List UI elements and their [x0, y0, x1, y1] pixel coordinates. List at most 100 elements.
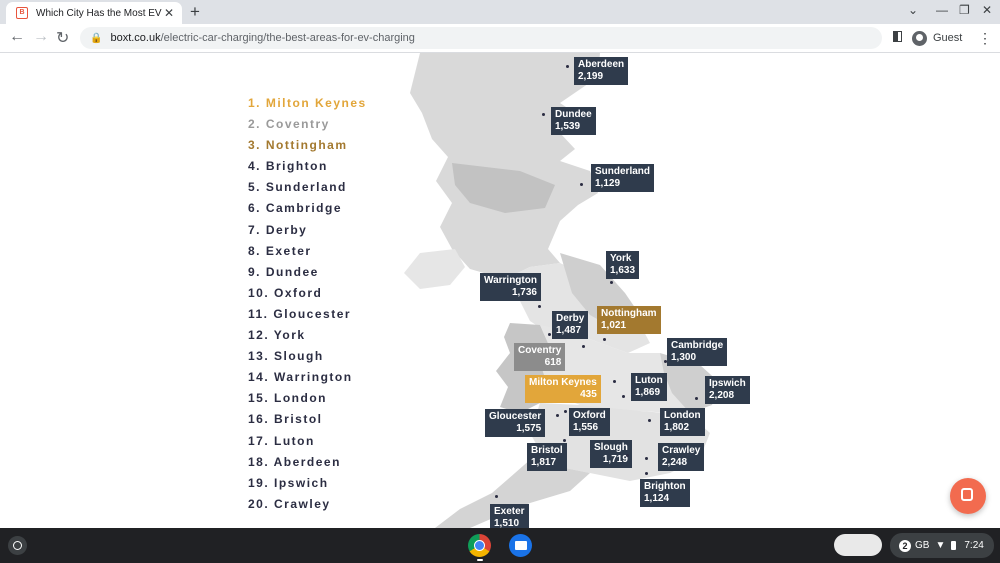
- url-path: /electric-car-charging/the-best-areas-fo…: [160, 32, 415, 44]
- ranking-item: 13. Slough: [248, 349, 324, 364]
- map-label-city: Slough: [594, 442, 628, 453]
- ranking-item: 2. Coventry: [248, 117, 330, 132]
- map-label-york: York 1,633: [606, 251, 640, 279]
- map-label-value: 1,487: [556, 325, 582, 336]
- os-shelf: 2 GB ▼ 7:24: [0, 528, 1000, 563]
- city-marker-dot: [563, 439, 566, 442]
- map-label-value: 1,556: [573, 422, 599, 433]
- map-label-value: 1,539: [555, 121, 581, 132]
- city-marker-dot: [564, 410, 567, 413]
- city-marker-dot: [582, 345, 585, 348]
- map-label-value: 618: [544, 357, 562, 368]
- ranking-item: 18. Aberdeen: [248, 454, 341, 469]
- map-label-warrington: Warrington 1,736: [480, 273, 541, 301]
- map-label-city: Ipswich: [709, 378, 746, 389]
- map-label-brighton: Brighton 1,124: [640, 479, 690, 507]
- map-label-city: Gloucester: [489, 411, 542, 422]
- map-label-crawley: Crawley 2,248: [658, 443, 705, 471]
- map-label-city: London: [664, 410, 701, 421]
- map-label-aberdeen: Aberdeen 2,199: [574, 57, 629, 85]
- minimize-icon[interactable]: —: [936, 3, 948, 17]
- city-marker-dot: [495, 495, 498, 498]
- url-host: boxt.co.uk: [110, 32, 161, 44]
- launcher-button[interactable]: [8, 536, 27, 555]
- city-marker-dot: [610, 281, 613, 284]
- map-label-city: Exeter: [494, 506, 525, 517]
- city-marker-dot: [695, 397, 698, 400]
- city-marker-dot: [645, 472, 648, 475]
- forward-icon[interactable]: →: [33, 28, 49, 46]
- map-label-city: Brighton: [644, 481, 686, 492]
- profile-label: Guest: [933, 32, 963, 44]
- city-marker-dot: [548, 333, 551, 336]
- city-marker-dot: [645, 457, 648, 460]
- lock-icon[interactable]: 🔒: [90, 33, 102, 44]
- map-label-city: Derby: [556, 313, 585, 324]
- map-label-cambridge: Cambridge 1,300: [667, 338, 728, 366]
- map-label-city: Bristol: [531, 445, 563, 456]
- ranking-item: 4. Brighton: [248, 159, 328, 174]
- map-label-value: 1,021: [601, 320, 627, 331]
- map-label-city: Crawley: [662, 445, 701, 456]
- map-label-city: Nottingham: [601, 308, 657, 319]
- profile-button[interactable]: Guest: [912, 27, 962, 49]
- map-label-derby: Derby 1,487: [552, 311, 589, 339]
- city-marker-dot: [542, 113, 545, 116]
- ranking-item: 14. Warrington: [248, 370, 353, 385]
- chrome-app-icon[interactable]: [468, 534, 491, 557]
- browser-tab[interactable]: B Which City Has the Most EV Cha ✕: [6, 2, 182, 24]
- map-label-milton-keynes: Milton Keynes 435: [525, 375, 601, 403]
- side-panel-icon[interactable]: [893, 31, 902, 42]
- browser-menu-icon[interactable]: ⋮: [977, 29, 993, 47]
- map-label-value: 1,129: [595, 178, 621, 189]
- city-marker-dot: [664, 360, 667, 363]
- files-app-icon[interactable]: [509, 534, 532, 557]
- map-label-city: Luton: [635, 375, 663, 386]
- address-bar[interactable]: 🔒 boxt.co.uk/electric-car-charging/the-b…: [80, 27, 882, 49]
- tab-title: Which City Has the Most EV Cha: [36, 7, 162, 19]
- map-label-city: Milton Keynes: [529, 377, 597, 388]
- city-marker-dot: [603, 338, 606, 341]
- running-indicator: [477, 559, 483, 561]
- tab-close-icon[interactable]: ✕: [162, 6, 176, 20]
- map-label-value: 1,575: [516, 423, 542, 434]
- map-label-value: 1,633: [610, 265, 636, 276]
- map-label-value: 2,199: [578, 71, 604, 82]
- map-label-ipswich: Ipswich 2,208: [705, 376, 750, 404]
- ranking-item: 1. Milton Keynes: [248, 96, 367, 110]
- map-label-exeter: Exeter 1,510: [490, 504, 529, 528]
- chat-widget-button[interactable]: [950, 478, 986, 514]
- map-label-sunderland: Sunderland 1,129: [591, 164, 655, 192]
- ranking-item: 12. York: [248, 328, 306, 343]
- ranking-item: 10. Oxford: [248, 285, 323, 300]
- ranking-item: 19. Ipswich: [248, 475, 329, 490]
- reload-icon[interactable]: ↻: [56, 28, 69, 48]
- ranking-item: 8. Exeter: [248, 243, 312, 258]
- tab-search-icon[interactable]: ⌄: [908, 3, 918, 17]
- map-label-city: Aberdeen: [578, 59, 625, 70]
- map-region-northern-ireland: [404, 249, 465, 289]
- restore-icon[interactable]: ❐: [959, 3, 970, 17]
- ranking-item: 20. Crawley: [248, 496, 331, 511]
- map-label-value: 2,208: [709, 390, 735, 401]
- map-label-value: 1,869: [635, 387, 661, 398]
- status-tray[interactable]: 2 GB ▼ 7:24: [890, 533, 994, 558]
- map-label-value: 1,802: [664, 422, 690, 433]
- map-label-value: 435: [580, 389, 597, 400]
- close-window-icon[interactable]: ✕: [982, 3, 992, 17]
- back-icon[interactable]: ←: [9, 28, 25, 46]
- ranking-item: 6. Cambridge: [248, 201, 343, 216]
- new-tab-button[interactable]: +: [190, 2, 200, 22]
- city-marker-dot: [580, 183, 583, 186]
- guest-avatar-icon: [912, 30, 927, 46]
- map-label-bristol: Bristol 1,817: [527, 443, 567, 471]
- wifi-icon: ▼: [935, 540, 946, 551]
- map-region-scotland: [410, 53, 600, 279]
- map-label-nottingham: Nottingham 1,021: [597, 306, 661, 334]
- ranking-item: 11. Gloucester: [248, 306, 352, 321]
- battery-icon: [951, 541, 957, 550]
- clock: 7:24: [964, 540, 984, 551]
- map-label-value: 2,248: [662, 457, 688, 468]
- holding-space-button[interactable]: [834, 534, 882, 556]
- map-label-value: 1,300: [671, 352, 697, 363]
